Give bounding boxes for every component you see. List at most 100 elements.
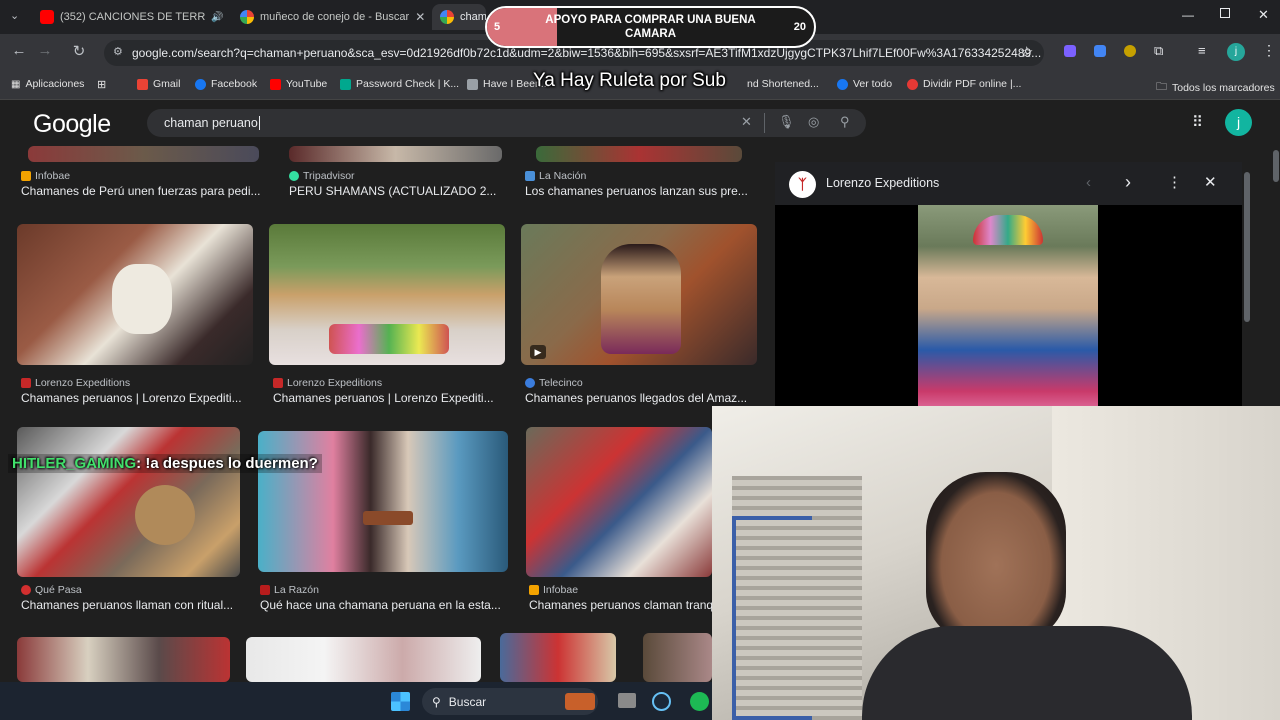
bookmark-ver-todo[interactable]: Ver todo: [837, 78, 892, 90]
clear-search-icon[interactable]: ✕: [741, 114, 752, 130]
tripadvisor-icon: [289, 171, 299, 181]
translate-extension-icon[interactable]: [1094, 45, 1106, 57]
steam-icon[interactable]: [652, 692, 671, 711]
panel-source-name[interactable]: Lorenzo Expeditions: [826, 176, 939, 190]
folder-icon: 🗀: [1156, 81, 1167, 93]
result-source[interactable]: Infobae: [529, 584, 578, 596]
result-video-image[interactable]: ▶: [521, 224, 757, 365]
result-title[interactable]: Chamanes peruanos | Lorenzo Expediti...: [273, 391, 503, 405]
result-image[interactable]: [500, 633, 616, 682]
profile-avatar[interactable]: j: [1227, 43, 1245, 61]
result-title[interactable]: Los chamanes peruanos lanzan sus pre...: [525, 184, 755, 198]
browser-menu-icon[interactable]: ⋮: [1262, 42, 1276, 59]
result-title[interactable]: PERU SHAMANS (ACTUALIZADO 2...: [289, 184, 504, 198]
result-source[interactable]: Qué Pasa: [21, 584, 82, 596]
result-image[interactable]: [258, 431, 508, 572]
result-source[interactable]: La Nación: [525, 170, 586, 182]
result-image[interactable]: [526, 427, 712, 577]
result-title[interactable]: Chamanes peruanos llaman con ritual...: [21, 598, 241, 612]
result-image[interactable]: [28, 146, 259, 162]
tab-active-google[interactable]: chama: [432, 4, 486, 30]
extension-icon[interactable]: [1124, 45, 1136, 57]
image-preview-panel: ᛉ Lorenzo Expeditions ‹ › ⋮ ✕: [775, 162, 1242, 412]
minimize-icon[interactable]: —: [1182, 8, 1194, 22]
windows-taskbar: ⚲ Buscar: [0, 682, 712, 720]
goal-text: APOYO PARA COMPRAR UNA BUENA CAMARA: [545, 14, 756, 40]
result-image[interactable]: [246, 637, 481, 682]
search-icon[interactable]: ⚲: [840, 114, 850, 130]
spotify-icon[interactable]: [690, 692, 709, 711]
bookmark-dividir-pdf[interactable]: Dividir PDF online |...: [907, 78, 1021, 90]
more-options-icon[interactable]: ⋮: [1167, 173, 1182, 191]
result-title[interactable]: Chamanes peruanos | Lorenzo Expediti...: [21, 391, 251, 405]
bookmark-gmail[interactable]: Gmail: [137, 78, 180, 90]
close-icon[interactable]: ✕: [415, 10, 425, 24]
result-title[interactable]: Qué hace una chamana peruana en la esta.…: [260, 598, 508, 612]
bookmark-password-check[interactable]: Password Check | K...: [340, 78, 459, 90]
page-scrollbar[interactable]: [1273, 150, 1279, 182]
la-nacion-icon: [525, 171, 535, 181]
search-input[interactable]: chaman peruano: [147, 109, 866, 137]
result-source[interactable]: Tripadvisor: [289, 170, 355, 182]
extensions-puzzle-icon[interactable]: ⧉: [1154, 43, 1163, 59]
result-image[interactable]: [269, 224, 505, 365]
donation-goal-banner: 5 APOYO PARA COMPRAR UNA BUENA CAMARA 20: [485, 6, 816, 48]
panel-scrollbar[interactable]: [1244, 172, 1250, 322]
result-title[interactable]: Chamanes de Perú unen fuerzas para pedi.…: [21, 184, 266, 198]
bookmark-star-icon[interactable]: ☆: [1020, 43, 1033, 61]
infobae-icon: [529, 585, 539, 595]
result-source[interactable]: Telecinco: [525, 377, 583, 389]
google-icon: [240, 10, 254, 24]
lorenzo-expeditions-icon: [21, 378, 31, 388]
windows-start-icon[interactable]: [391, 692, 410, 711]
bookmark-youtube[interactable]: YouTube: [270, 78, 327, 90]
google-apps-icon[interactable]: ⠿: [1192, 113, 1203, 131]
result-source[interactable]: La Razón: [260, 584, 319, 596]
result-image[interactable]: [536, 146, 742, 162]
back-icon[interactable]: ←: [9, 42, 29, 59]
voice-search-icon[interactable]: 🎙: [778, 114, 795, 130]
divider: [764, 113, 765, 133]
bookmark-facebook[interactable]: Facebook: [195, 78, 257, 90]
search-highlight-icon[interactable]: [565, 693, 595, 710]
lens-search-icon[interactable]: ◎: [808, 114, 819, 130]
media-control-icon[interactable]: ≡: [1198, 43, 1206, 58]
result-source[interactable]: Lorenzo Expeditions: [21, 377, 130, 389]
close-window-icon[interactable]: ✕: [1258, 7, 1269, 23]
preview-image[interactable]: [775, 205, 1242, 412]
bookmark-all-folder[interactable]: 🗀 Todos los marcadores: [1156, 78, 1275, 97]
next-icon[interactable]: ›: [1125, 172, 1131, 193]
lorenzo-expeditions-icon: ᛉ: [789, 171, 816, 198]
result-source[interactable]: Lorenzo Expeditions: [273, 377, 382, 389]
bookmark-apps[interactable]: ▦ Aplicaciones: [11, 78, 84, 90]
search-icon: ⚲: [432, 694, 441, 709]
result-image[interactable]: [643, 633, 712, 682]
result-source[interactable]: Infobae: [21, 170, 70, 182]
forward-icon[interactable]: →: [35, 42, 55, 59]
tab-youtube[interactable]: (352) CANCIONES DE TERR 🔊 ✕: [32, 4, 228, 30]
tab-google-search[interactable]: muñeco de conejo de - Buscar ✕: [232, 4, 428, 30]
google-logo[interactable]: Google: [33, 110, 111, 139]
previous-icon[interactable]: ‹: [1086, 174, 1091, 191]
result-title[interactable]: Chamanes peruanos llegados del Amaz...: [525, 391, 755, 405]
kaspersky-icon: [340, 78, 351, 90]
speaker-icon[interactable]: 🔊: [211, 12, 223, 23]
result-image[interactable]: [289, 146, 502, 162]
result-image[interactable]: [17, 224, 253, 365]
bookmark-grid[interactable]: ⊞: [97, 78, 106, 91]
streamer-person: [926, 472, 1066, 642]
result-image[interactable]: [17, 637, 230, 682]
result-title[interactable]: Chamanes peruanos claman tranq: [529, 598, 712, 612]
bookmark-shortened[interactable]: nd Shortened...: [747, 78, 819, 90]
goal-target: 20: [793, 21, 806, 33]
hibp-icon: [467, 78, 478, 90]
site-info-icon[interactable]: ⚙: [113, 45, 123, 58]
result-image[interactable]: [17, 427, 240, 577]
file-explorer-icon[interactable]: [618, 693, 636, 708]
tab-list-dropdown-icon[interactable]: ⌄: [10, 9, 19, 22]
google-account-avatar[interactable]: j: [1225, 109, 1252, 136]
extension-icon[interactable]: [1064, 45, 1076, 57]
close-panel-icon[interactable]: ✕: [1204, 173, 1217, 191]
restore-icon[interactable]: [1220, 8, 1230, 18]
reload-icon[interactable]: ↻: [69, 42, 89, 60]
